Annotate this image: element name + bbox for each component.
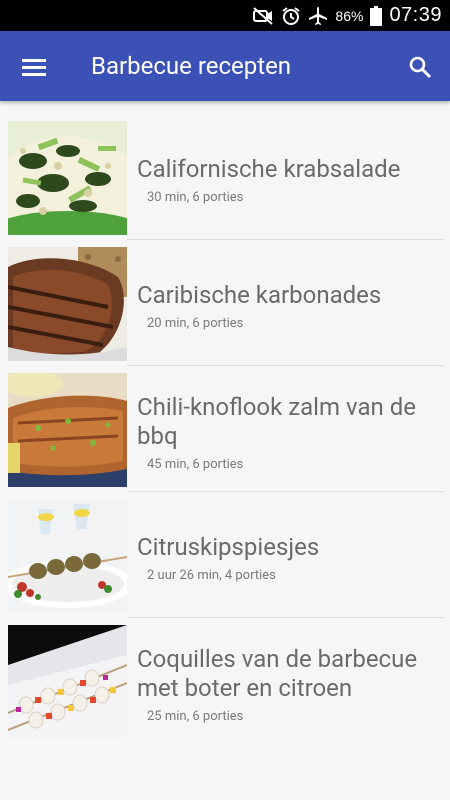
grilled-salmon-photo bbox=[8, 373, 127, 487]
crab-salad-photo bbox=[8, 121, 127, 235]
battery-percent: 86% bbox=[335, 7, 364, 24]
recipe-title: Californische krabsalade bbox=[137, 155, 401, 183]
recipe-list-item[interactable]: Coquilles van de barbecue met boter en c… bbox=[0, 625, 450, 751]
recipe-meta: 2 uur 26 min, 4 porties bbox=[147, 568, 276, 583]
divider bbox=[127, 365, 444, 366]
recipe-list-item[interactable]: Chili-knoflook zalm van de bbq 45 min, 6… bbox=[0, 373, 450, 499]
app-bar: Barbecue recepten bbox=[0, 31, 450, 101]
chicken-skewers-photo bbox=[8, 499, 127, 613]
recipe-text: Californische krabsalade 30 min, 6 porti… bbox=[137, 121, 442, 239]
page-title: Barbecue recepten bbox=[91, 52, 292, 80]
recipe-list-item[interactable]: Californische krabsalade 30 min, 6 porti… bbox=[0, 121, 450, 247]
recipe-meta: 30 min, 6 porties bbox=[147, 190, 244, 205]
status-bar: 86% 07:39 bbox=[0, 0, 450, 31]
menu-icon bbox=[22, 57, 46, 77]
divider bbox=[127, 239, 444, 240]
recipe-meta: 45 min, 6 porties bbox=[147, 456, 244, 472]
recipe-list: Californische krabsalade 30 min, 6 porti… bbox=[0, 101, 450, 751]
recipe-text: Caribische karbonades 20 min, 6 porties bbox=[137, 247, 442, 365]
recipe-title: Citruskipspiesjes bbox=[137, 533, 320, 561]
recipe-text: Coquilles van de barbecue met boter en c… bbox=[137, 625, 442, 743]
divider bbox=[127, 617, 444, 618]
recipe-list-item[interactable]: Caribische karbonades 20 min, 6 porties bbox=[0, 247, 450, 373]
recipe-text: Citruskipspiesjes 2 uur 26 min, 4 portie… bbox=[137, 499, 442, 617]
recipe-title: Chili-knoflook zalm van de bbq bbox=[137, 392, 416, 450]
scallop-skewers-photo bbox=[8, 625, 127, 739]
recipe-title: Coquilles van de barbecue met boter en c… bbox=[137, 644, 418, 702]
search-icon bbox=[408, 55, 432, 79]
recipe-list-item[interactable]: Citruskipspiesjes 2 uur 26 min, 4 portie… bbox=[0, 499, 450, 625]
airplane-mode-icon bbox=[308, 6, 328, 26]
clock: 07:39 bbox=[389, 4, 442, 26]
search-button[interactable] bbox=[398, 45, 442, 89]
recipe-meta: 20 min, 6 porties bbox=[147, 316, 244, 331]
battery-icon bbox=[370, 5, 383, 26]
menu-button[interactable] bbox=[12, 45, 56, 89]
divider bbox=[127, 491, 444, 492]
recipe-text: Chili-knoflook zalm van de bbq 45 min, 6… bbox=[137, 373, 442, 491]
grilled-chop-photo bbox=[8, 247, 127, 361]
recipe-title: Caribische karbonades bbox=[137, 281, 382, 309]
alarm-icon bbox=[281, 6, 301, 26]
mute-icon bbox=[252, 6, 274, 25]
recipe-meta: 25 min, 6 porties bbox=[147, 708, 244, 724]
